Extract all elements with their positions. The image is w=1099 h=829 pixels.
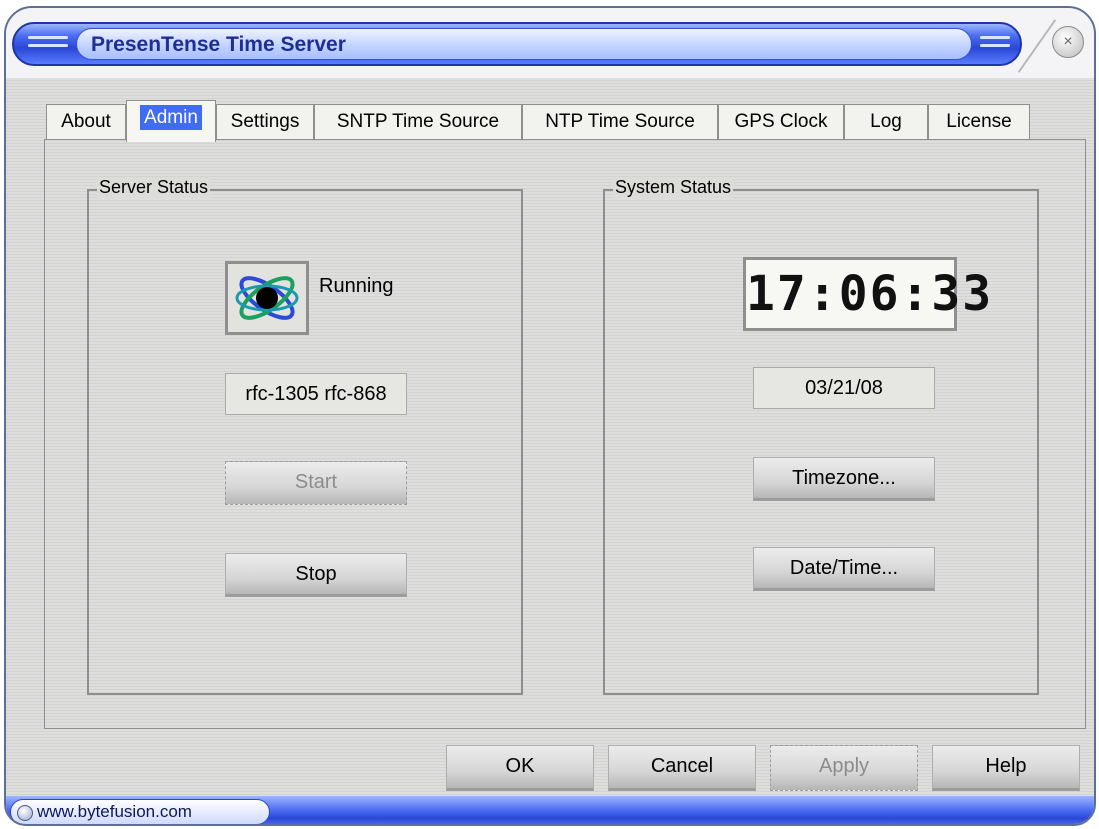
- help-button[interactable]: Help: [932, 745, 1080, 791]
- website-link[interactable]: www.bytefusion.com: [10, 799, 270, 824]
- tab-settings[interactable]: Settings: [216, 104, 314, 140]
- timezone-button[interactable]: Timezone...: [753, 457, 935, 501]
- atom-icon: [235, 276, 299, 320]
- title-pill: PresenTense Time Server: [12, 22, 1022, 66]
- tab-about[interactable]: About: [46, 104, 126, 140]
- ok-button[interactable]: OK: [446, 745, 594, 791]
- title-stripe: [28, 44, 68, 47]
- tab-sntp-time-source[interactable]: SNTP Time Source: [314, 104, 522, 140]
- system-status-label: System Status: [613, 177, 734, 198]
- title-divider: [1017, 19, 1057, 73]
- tab-gps-clock[interactable]: GPS Clock: [718, 104, 844, 140]
- tab-log[interactable]: Log: [844, 104, 928, 140]
- system-status-group: System Status 17:06:33 03/21/08 Timezone…: [603, 177, 1039, 695]
- close-area: ×: [1002, 8, 1094, 78]
- tab-license[interactable]: License: [928, 104, 1030, 140]
- start-button[interactable]: Start: [225, 461, 407, 505]
- tab-ntp-time-source[interactable]: NTP Time Source: [522, 104, 718, 140]
- app-window: PresenTense Time Server × About Admin Se…: [4, 6, 1096, 826]
- cancel-button[interactable]: Cancel: [608, 745, 756, 791]
- window-title: PresenTense Time Server: [91, 33, 346, 56]
- server-status-icon: [225, 261, 309, 335]
- tab-admin[interactable]: Admin: [126, 100, 216, 142]
- close-icon: ×: [1063, 33, 1073, 50]
- server-state-text: Running: [319, 275, 394, 297]
- date-field: 03/21/08: [753, 367, 935, 409]
- digital-clock: 17:06:33: [743, 257, 991, 331]
- server-status-group: Server Status Running rfc-1305 rfc-868 S…: [87, 177, 523, 695]
- status-dot-icon: [17, 805, 33, 821]
- admin-panel: Server Status Running rfc-1305 rfc-868 S…: [44, 139, 1086, 729]
- apply-button[interactable]: Apply: [770, 745, 918, 791]
- close-button[interactable]: ×: [1052, 26, 1084, 58]
- server-status-label: Server Status: [97, 177, 211, 198]
- website-url: www.bytefusion.com: [37, 802, 192, 821]
- title-bar[interactable]: PresenTense Time Server ×: [6, 8, 1094, 78]
- title-stripe: [28, 36, 68, 39]
- date-time-button[interactable]: Date/Time...: [753, 547, 935, 591]
- protocols-field: rfc-1305 rfc-868: [225, 373, 407, 415]
- status-bar: www.bytefusion.com: [6, 796, 1094, 824]
- stop-button[interactable]: Stop: [225, 553, 407, 597]
- title-inner: PresenTense Time Server: [76, 28, 972, 60]
